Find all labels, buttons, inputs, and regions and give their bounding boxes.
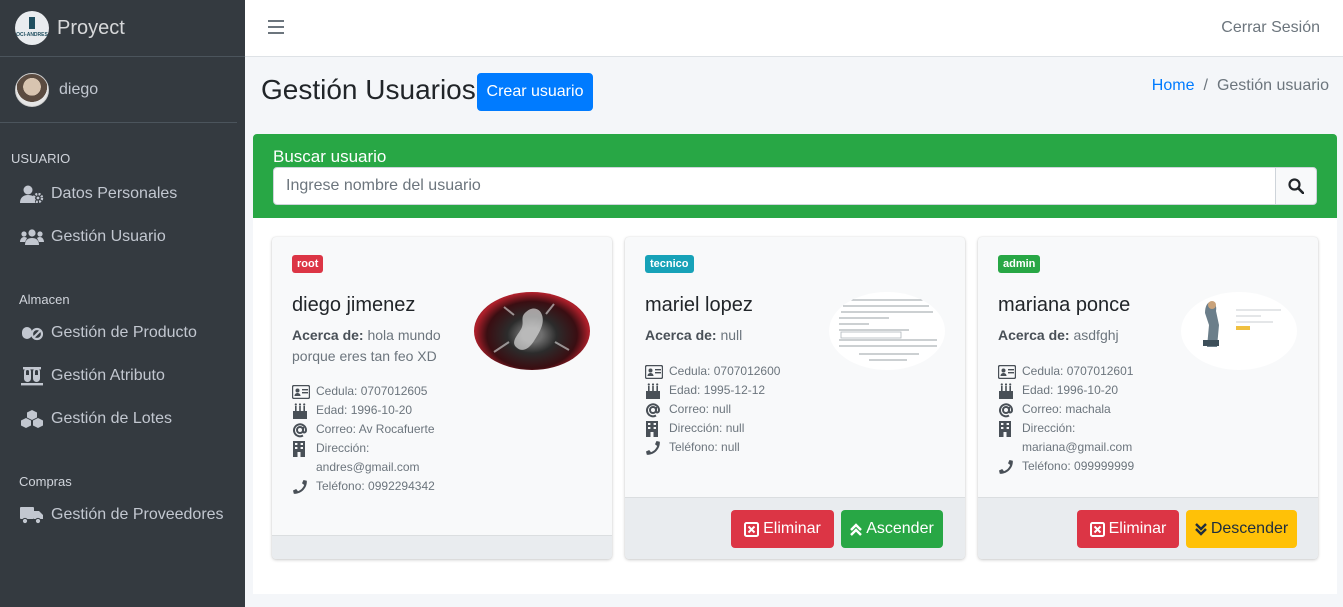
brand-logo: OCI-ANDRES bbox=[15, 11, 49, 45]
nav-header-almacen: Almacen bbox=[19, 292, 70, 307]
sidebar: OCI-ANDRES Proyect diego USUARIO Datos P… bbox=[0, 0, 245, 607]
breadcrumb-home[interactable]: Home bbox=[1152, 77, 1195, 95]
at-icon bbox=[292, 420, 312, 439]
delete-user-button[interactable]: Eliminar bbox=[1077, 510, 1179, 548]
user-card-name: mariana ponce bbox=[998, 294, 1131, 316]
user-about: Acerca de: null bbox=[645, 327, 743, 343]
phone-icon bbox=[998, 457, 1018, 476]
user-panel[interactable]: diego bbox=[0, 57, 237, 123]
sidebar-item-datos-personales[interactable]: Datos Personales bbox=[0, 172, 245, 215]
sidebar-item-gestion-usuario[interactable]: Gestión Usuario bbox=[0, 215, 245, 258]
user-details: Cedula: 0707012600 Edad: 1995-12-12 Corr… bbox=[645, 362, 794, 457]
times-square-icon bbox=[744, 521, 760, 537]
role-badge: tecnico bbox=[645, 255, 694, 273]
brand-name: Proyect bbox=[57, 16, 125, 39]
id-card-icon bbox=[645, 362, 665, 381]
user-photo bbox=[1181, 292, 1297, 370]
sidebar-item-label: Gestión de Lotes bbox=[51, 409, 172, 427]
users-icon bbox=[20, 227, 44, 247]
user-about: Acerca de: hola mundo porque eres tan fe… bbox=[292, 327, 441, 364]
angle-double-down-icon bbox=[1194, 522, 1207, 536]
sidebar-item-gestion-atributo[interactable]: Gestión Atributo bbox=[0, 354, 245, 397]
sidebar-item-label: Datos Personales bbox=[51, 184, 178, 202]
birthday-cake-icon bbox=[645, 381, 665, 400]
pills-icon bbox=[20, 323, 44, 343]
breadcrumb: Home / Gestión usuario bbox=[1152, 77, 1329, 95]
card-footer bbox=[272, 535, 612, 559]
search-input[interactable] bbox=[273, 167, 1276, 205]
user-about: Acerca de: asdfghj bbox=[998, 327, 1119, 343]
sidebar-item-label: Gestión de Proveedores bbox=[51, 505, 224, 523]
card-footer: Eliminar Ascender bbox=[625, 497, 965, 559]
building-icon bbox=[645, 419, 665, 438]
sidebar-item-gestion-lotes[interactable]: Gestión de Lotes bbox=[0, 397, 245, 440]
search-card: Buscar usuario bbox=[253, 134, 1337, 218]
angle-double-up-icon bbox=[850, 522, 863, 536]
at-icon bbox=[998, 400, 1018, 419]
user-card-name: mariel lopez bbox=[645, 294, 753, 316]
demote-user-button[interactable]: Descender bbox=[1186, 510, 1297, 548]
card-footer: Eliminar Descender bbox=[978, 497, 1318, 559]
id-card-icon bbox=[998, 362, 1018, 381]
times-square-icon bbox=[1089, 521, 1105, 537]
flask-icon bbox=[20, 366, 44, 386]
building-icon bbox=[998, 419, 1018, 438]
search-icon bbox=[1288, 178, 1304, 194]
id-card-icon bbox=[292, 382, 312, 401]
user-card-name: diego jimenez bbox=[292, 294, 416, 316]
search-title: Buscar usuario bbox=[273, 147, 387, 166]
user-photo bbox=[474, 292, 590, 370]
create-user-button[interactable]: Crear usuario bbox=[477, 73, 593, 111]
user-card: tecnico mariel lopez Acerca de: null Ced… bbox=[625, 237, 965, 559]
brand-link[interactable]: OCI-ANDRES Proyect bbox=[0, 0, 245, 57]
breadcrumb-current: Gestión usuario bbox=[1216, 77, 1329, 94]
sidebar-item-gestion-proveedores[interactable]: Gestión de Proveedores bbox=[0, 493, 245, 536]
sidebar-item-gestion-producto[interactable]: Gestión de Producto bbox=[0, 311, 245, 354]
search-button[interactable] bbox=[1275, 167, 1317, 205]
user-details: Cedula: 0707012601 Edad: 1996-10-20 Corr… bbox=[998, 362, 1147, 476]
breadcrumb-separator: / bbox=[1203, 77, 1208, 94]
cubes-icon bbox=[20, 409, 44, 429]
page-title: Gestión Usuarios bbox=[261, 74, 476, 105]
phone-icon bbox=[292, 477, 312, 496]
user-name: diego bbox=[59, 80, 99, 98]
phone-icon bbox=[645, 438, 665, 457]
user-photo bbox=[829, 292, 945, 370]
sidebar-item-label: Gestión de Producto bbox=[51, 323, 197, 341]
building-icon bbox=[292, 439, 312, 458]
birthday-cake-icon bbox=[292, 401, 312, 420]
promote-user-button[interactable]: Ascender bbox=[841, 510, 943, 548]
sidebar-item-label: Gestión Atributo bbox=[51, 366, 165, 384]
avatar bbox=[15, 72, 49, 107]
nav-header-usuario: USUARIO bbox=[11, 151, 71, 166]
menu-toggle-icon[interactable] bbox=[268, 20, 284, 34]
top-navbar: Cerrar Sesión bbox=[245, 0, 1343, 57]
sidebar-item-label: Gestión Usuario bbox=[51, 227, 166, 245]
role-badge: admin bbox=[998, 255, 1041, 273]
delete-user-button[interactable]: Eliminar bbox=[731, 510, 834, 548]
logout-link[interactable]: Cerrar Sesión bbox=[1221, 19, 1320, 37]
birthday-cake-icon bbox=[998, 381, 1018, 400]
nav-header-compras: Compras bbox=[19, 474, 72, 489]
user-cog-icon bbox=[20, 184, 44, 204]
at-icon bbox=[645, 400, 665, 419]
user-card: root diego jimenez Acerca de: hola mundo… bbox=[272, 237, 612, 559]
role-badge: root bbox=[292, 255, 324, 273]
truck-icon bbox=[20, 505, 44, 525]
user-details: Cedula: 0707012605 Edad: 1996-10-20 Corr… bbox=[292, 382, 441, 496]
user-card: admin mariana ponce Acerca de: asdfghj C… bbox=[978, 237, 1318, 559]
